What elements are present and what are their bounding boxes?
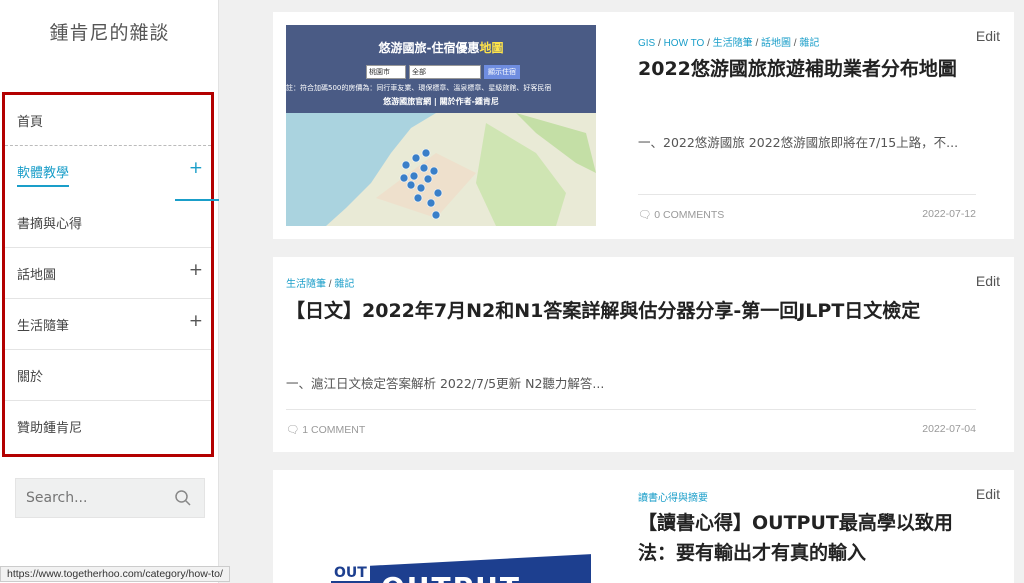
- post-title[interactable]: 【日文】2022年7月N2和N1答案詳解與估分器分享-第一回JLPT日文檢定: [286, 296, 976, 326]
- post-thumbnail[interactable]: 悠游國旅-住宿優惠地圖 桃園市 全部 顯示住宿 註：符合加碼500的房價為：同行…: [286, 25, 596, 226]
- sidebar: 鍾肯尼的雜談 首頁 軟體教學 + 書摘與心得 話地圖 + 生活隨筆 + 關於 贊助鍾肯…: [0, 0, 219, 583]
- site-title[interactable]: 鍾肯尼的雜談: [0, 18, 219, 45]
- comments-link[interactable]: 🗨︎ 1 COMMENT: [286, 423, 365, 436]
- post-categories: 讀書心得與摘要: [638, 489, 708, 504]
- search-box: [15, 478, 205, 518]
- menu-item-label: 贊助鍾肯尼: [17, 421, 83, 436]
- status-bar-url: https://www.togetherhoo.com/category/how…: [0, 566, 230, 582]
- category-link[interactable]: 讀書心得與摘要: [638, 493, 708, 504]
- search-input[interactable]: [16, 479, 166, 517]
- post-categories: 生活隨筆 / 雜記: [286, 279, 355, 290]
- post-excerpt: 一、滬江日文檢定答案解析 2022/7/5更新 N2聽力解答...: [286, 376, 605, 391]
- submenu-indicator: [175, 199, 219, 201]
- comments-link[interactable]: 🗨︎ 0 COMMENTS: [638, 208, 724, 221]
- comment-icon: 🗨︎: [286, 424, 303, 436]
- menu-item-home[interactable]: 首頁: [5, 95, 211, 146]
- thumbnail-button: 顯示住宿: [484, 65, 520, 79]
- category-link[interactable]: HOW TO: [664, 38, 705, 49]
- post-thumbnail[interactable]: OUT OUTPUT: [286, 483, 596, 583]
- book-title-text: OUTPUT: [381, 571, 521, 583]
- menu-item-software-tutorials[interactable]: 軟體教學 +: [5, 146, 211, 197]
- menu-item-book-notes[interactable]: 書摘與心得: [5, 197, 211, 248]
- menu-item-label: 首頁: [17, 115, 44, 130]
- search-icon[interactable]: [174, 489, 192, 507]
- comment-icon: 🗨︎: [638, 209, 655, 221]
- expand-plus-icon[interactable]: +: [189, 158, 203, 178]
- post-excerpt: 一、2022悠游國旅 2022悠游國旅即將在7/15上路，不...: [638, 135, 959, 150]
- thumbnail-footer: 悠游國旅官網 | 關於作者-鍾肯尼: [383, 97, 499, 106]
- category-link[interactable]: 雜記: [334, 279, 354, 290]
- post-card: OUT OUTPUT 讀書心得與摘要 Edit 【讀書心得】OUTPUT最高學以…: [273, 470, 1014, 583]
- category-link[interactable]: GIS: [638, 38, 655, 49]
- post-card: 悠游國旅-住宿優惠地圖 桃園市 全部 顯示住宿 註：符合加碼500的房價為：同行…: [273, 12, 1014, 239]
- thumbnail-note: 註：符合加碼500的房價為：同行車友業、環保標章、溫泉標章、星級旅館、好客民宿: [286, 84, 552, 92]
- post-meta: 🗨︎ 1 COMMENT 2022-07-04: [286, 409, 976, 445]
- post-date: 2022-07-04: [922, 423, 976, 435]
- menu-item-label: 生活隨筆: [17, 319, 70, 334]
- thumbnail-select: 全部: [409, 65, 481, 79]
- post-title[interactable]: 【讀書心得】OUTPUT最高學以致用法：要有輸出才有真的輸入: [638, 508, 978, 568]
- edit-link[interactable]: Edit: [976, 28, 1000, 44]
- expand-plus-icon[interactable]: +: [189, 260, 203, 280]
- map-image: [286, 113, 596, 226]
- menu-item-about[interactable]: 關於: [5, 350, 211, 401]
- thumbnail-select: 桃園市: [366, 65, 406, 79]
- menu-item-maps[interactable]: 話地圖 +: [5, 248, 211, 299]
- book-spine-text: OUT: [331, 565, 370, 581]
- main-menu: 首頁 軟體教學 + 書摘與心得 話地圖 + 生活隨筆 + 關於 贊助鍾肯尼: [2, 92, 214, 457]
- post-title[interactable]: 2022悠游國旅旅遊補助業者分布地圖: [638, 54, 978, 84]
- menu-item-label: 話地圖: [17, 268, 57, 283]
- menu-item-label: 書摘與心得: [17, 217, 83, 232]
- category-link[interactable]: 話地圖: [761, 38, 791, 49]
- menu-item-label: 關於: [17, 370, 44, 385]
- edit-link[interactable]: Edit: [976, 273, 1000, 289]
- post-card: 生活隨筆 / 雜記 Edit 【日文】2022年7月N2和N1答案詳解與估分器分…: [273, 257, 1014, 452]
- edit-link[interactable]: Edit: [976, 486, 1000, 502]
- menu-item-life-essays[interactable]: 生活隨筆 +: [5, 299, 211, 350]
- post-categories: GIS / HOW TO / 生活隨筆 / 話地圖 / 雜記: [638, 38, 820, 49]
- menu-item-sponsor[interactable]: 贊助鍾肯尼: [5, 401, 211, 452]
- post-meta: 🗨︎ 0 COMMENTS 2022-07-12: [638, 194, 976, 230]
- category-link[interactable]: 生活隨筆: [713, 38, 753, 49]
- thumbnail-title: 悠游國旅-住宿優惠地圖: [378, 41, 504, 55]
- category-link[interactable]: 雜記: [799, 38, 819, 49]
- menu-item-label: 軟體教學: [17, 162, 70, 187]
- post-date: 2022-07-12: [922, 208, 976, 220]
- category-link[interactable]: 生活隨筆: [286, 279, 326, 290]
- expand-plus-icon[interactable]: +: [189, 311, 203, 331]
